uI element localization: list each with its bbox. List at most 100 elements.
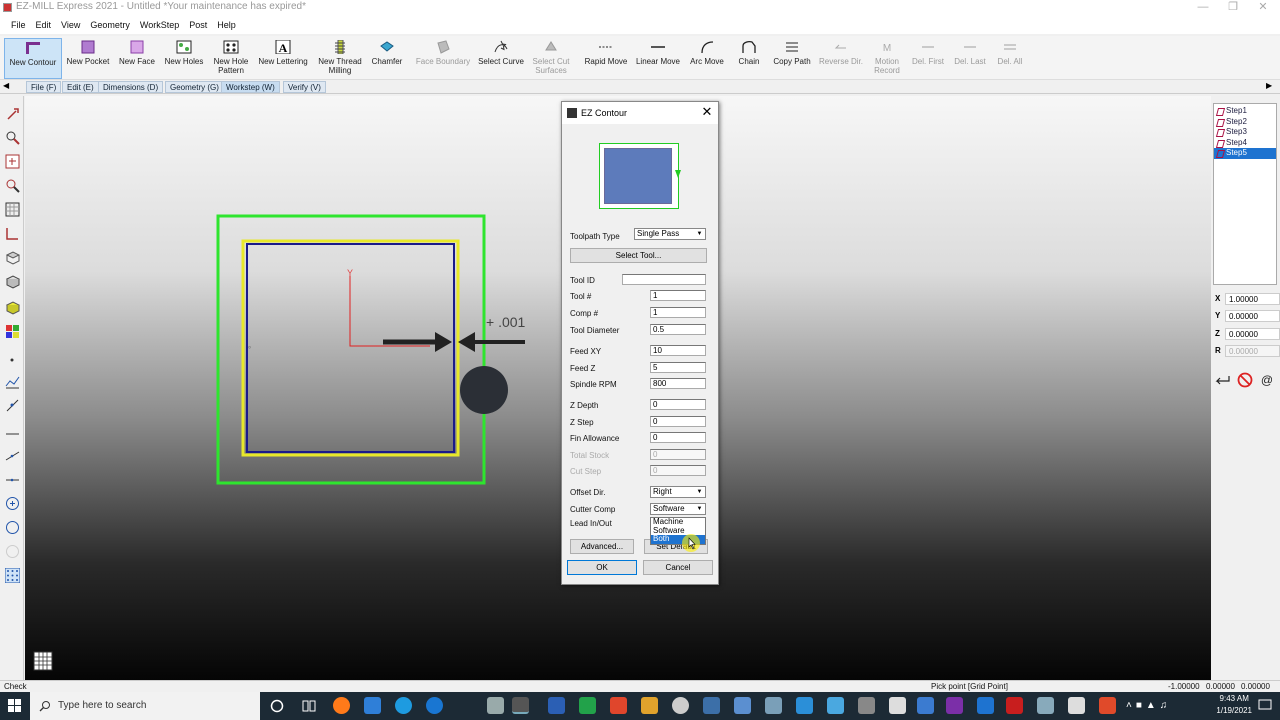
- menu-workstep[interactable]: WorkStep: [140, 20, 179, 30]
- circle-disabled-icon[interactable]: [5, 544, 20, 559]
- onenote-icon[interactable]: [946, 697, 963, 714]
- tabs-scroll-left-icon[interactable]: ◀: [3, 81, 9, 90]
- menu-help[interactable]: Help: [217, 20, 236, 30]
- zoom-in-icon[interactable]: [5, 154, 20, 169]
- horizontal-line-icon[interactable]: [5, 426, 20, 441]
- view-3d-icon[interactable]: [5, 274, 20, 289]
- arc-move-button[interactable]: Arc Move: [688, 38, 726, 79]
- new-face-button[interactable]: New Face: [116, 38, 158, 79]
- advanced-button[interactable]: Advanced...: [570, 539, 634, 554]
- del-all-button[interactable]: Del. All: [994, 38, 1026, 79]
- windows-start-icon[interactable]: [8, 699, 22, 713]
- calculator-icon[interactable]: [858, 697, 875, 714]
- select-curve-button[interactable]: Select Curve: [478, 38, 524, 79]
- app-blue-icon[interactable]: [703, 697, 720, 714]
- select-cut-surfaces-button[interactable]: Select Cut Surfaces: [528, 38, 574, 79]
- fin-allowance-field[interactable]: 0: [650, 432, 706, 443]
- z-step-field[interactable]: 0: [650, 416, 706, 427]
- tool-id-field[interactable]: [622, 274, 706, 285]
- toolpath-type-select[interactable]: Single Pass ▼: [634, 228, 706, 240]
- app-red-icon[interactable]: [610, 697, 627, 714]
- zoom-window-icon[interactable]: [5, 130, 20, 145]
- coord-y-field[interactable]: 0.00000: [1225, 310, 1280, 322]
- calendar-app-icon[interactable]: [364, 697, 381, 714]
- new-lettering-button[interactable]: A New Lettering: [256, 38, 310, 79]
- point-icon[interactable]: [5, 352, 20, 367]
- menu-view[interactable]: View: [61, 20, 80, 30]
- view-iso-icon[interactable]: [5, 250, 20, 265]
- linear-move-button[interactable]: Linear Move: [634, 38, 682, 79]
- teamviewer-icon[interactable]: [426, 697, 443, 714]
- close-window-button[interactable]: ✕: [1248, 0, 1278, 14]
- tab-dimensions[interactable]: Dimensions (D): [98, 81, 164, 93]
- cancel-entry-icon[interactable]: [1237, 372, 1253, 388]
- relative-coord-icon[interactable]: @: [1259, 372, 1275, 388]
- angled-line-icon[interactable]: [5, 448, 20, 463]
- app-icon-generic[interactable]: [487, 697, 504, 714]
- notification-icon[interactable]: [1258, 698, 1272, 712]
- grid-toggle-icon[interactable]: [33, 651, 53, 671]
- feed-z-field[interactable]: 5: [650, 362, 706, 373]
- new-hole-pattern-button[interactable]: New Hole Pattern: [210, 38, 252, 79]
- tab-file[interactable]: File (F): [26, 81, 62, 93]
- zoom-out-icon[interactable]: [5, 178, 20, 193]
- new-pocket-button[interactable]: New Pocket: [66, 38, 110, 79]
- circle-center-icon[interactable]: [5, 496, 20, 511]
- menu-file[interactable]: File: [11, 20, 26, 30]
- ezmill-taskbar-icon[interactable]: [512, 697, 529, 714]
- firefox-icon[interactable]: [333, 697, 350, 714]
- menu-edit[interactable]: Edit: [36, 20, 52, 30]
- menu-geometry[interactable]: Geometry: [90, 20, 130, 30]
- taskbar-search[interactable]: Type here to search: [30, 692, 260, 720]
- app-tool-icon[interactable]: [827, 697, 844, 714]
- menu-post[interactable]: Post: [189, 20, 207, 30]
- parallel-line-icon[interactable]: [5, 472, 20, 487]
- tabs-scroll-right-icon[interactable]: ▶: [1266, 81, 1272, 90]
- step-item[interactable]: Step2: [1214, 117, 1276, 128]
- rapid-move-button[interactable]: Rapid Move: [582, 38, 630, 79]
- tab-geometry[interactable]: Geometry (G): [165, 81, 224, 93]
- chrome-icon[interactable]: [672, 697, 689, 714]
- circle-icon[interactable]: [5, 520, 20, 535]
- view-top-icon[interactable]: [5, 226, 20, 241]
- app-cad-icon[interactable]: [796, 697, 813, 714]
- act-icon[interactable]: [1006, 697, 1023, 714]
- reverse-dir-button[interactable]: Reverse Dir.: [818, 38, 864, 79]
- del-last-button[interactable]: Del. Last: [952, 38, 988, 79]
- total-stock-field[interactable]: 0: [650, 449, 706, 460]
- step-item[interactable]: Step3: [1214, 127, 1276, 138]
- cortana-icon[interactable]: [270, 699, 284, 713]
- outlook-icon[interactable]: [977, 697, 994, 714]
- dialog-close-button[interactable]: ✕: [700, 105, 714, 119]
- edge-icon[interactable]: [395, 697, 412, 714]
- feed-xy-field[interactable]: 10: [650, 345, 706, 356]
- task-view-icon[interactable]: [302, 699, 316, 713]
- tab-edit[interactable]: Edit (E): [62, 81, 99, 93]
- del-first-button[interactable]: Del. First: [910, 38, 946, 79]
- system-tray-icons[interactable]: ˄■▲♫: [1126, 700, 1171, 711]
- app-pencil-icon[interactable]: [1037, 697, 1054, 714]
- coord-z-field[interactable]: 0.00000: [1225, 328, 1280, 340]
- coord-r-field[interactable]: 0.00000: [1225, 345, 1280, 357]
- ok-button[interactable]: OK: [567, 560, 637, 575]
- cut-step-field[interactable]: 0: [650, 465, 706, 476]
- shaded-view-icon[interactable]: [5, 300, 20, 315]
- app-doc-icon[interactable]: [889, 697, 906, 714]
- coord-x-field[interactable]: 1.00000: [1225, 293, 1280, 305]
- select-tool-button[interactable]: Select Tool...: [570, 248, 707, 263]
- enter-icon[interactable]: [1215, 373, 1231, 387]
- offset-dir-select[interactable]: Right ▼: [650, 486, 706, 498]
- minimize-button[interactable]: —: [1188, 0, 1218, 14]
- restore-button[interactable]: ❐: [1218, 0, 1248, 14]
- app-folder-icon[interactable]: [734, 697, 751, 714]
- polyline-icon[interactable]: [5, 374, 20, 389]
- pan-icon[interactable]: [5, 106, 20, 121]
- color-palette-icon[interactable]: [5, 324, 20, 339]
- step-item[interactable]: Step1: [1214, 106, 1276, 117]
- tab-workstep[interactable]: Workstep (W): [221, 81, 280, 93]
- app-orange-icon[interactable]: [641, 697, 658, 714]
- step-item[interactable]: Step4: [1214, 138, 1276, 149]
- step-item-selected[interactable]: Step5: [1214, 148, 1276, 159]
- fit-view-icon[interactable]: [5, 202, 20, 217]
- spindle-rpm-field[interactable]: 800: [650, 378, 706, 389]
